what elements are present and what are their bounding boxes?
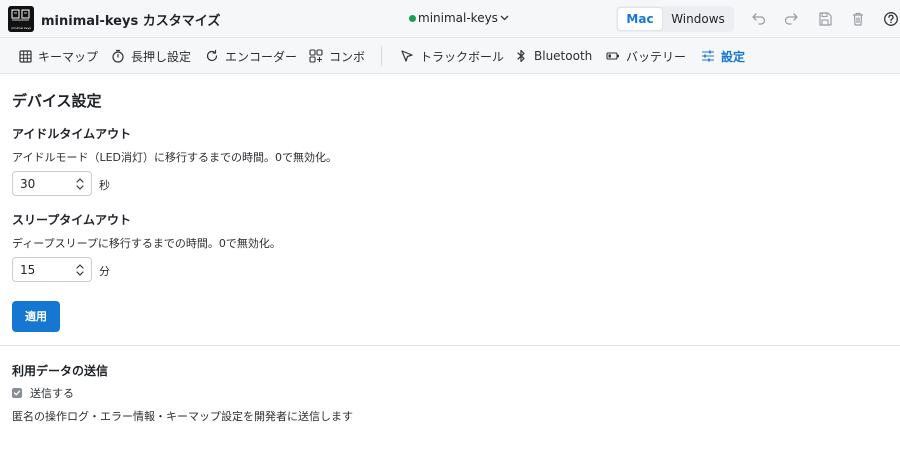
tab-encoder[interactable]: エンコーダー	[205, 38, 297, 74]
spinner-icon[interactable]	[75, 262, 85, 278]
apply-button[interactable]: 適用	[12, 301, 60, 332]
idle-timeout-input[interactable]: 30	[12, 171, 92, 196]
app-logo: minimal keys	[8, 6, 34, 32]
cursor-icon	[400, 49, 414, 63]
tab-label: キーマップ	[38, 49, 99, 64]
idle-timeout-unit: 秒	[99, 179, 110, 192]
tab-label: トラックボール	[420, 49, 505, 64]
os-mac-button[interactable]: Mac	[618, 8, 662, 30]
page-title: デバイス設定	[12, 92, 102, 110]
app-header: minimal keys minimal-keys カスタマイズ minimal…	[0, 0, 900, 38]
tab-bar: キーマップ 長押し設定 エンコーダー コンボ トラックボール Bluetooth	[0, 38, 900, 74]
combo-icon	[309, 49, 323, 63]
sleep-timeout-input[interactable]: 15	[12, 257, 92, 282]
tab-bluetooth[interactable]: Bluetooth	[514, 38, 592, 74]
battery-icon	[606, 49, 620, 63]
app-title: minimal-keys カスタマイズ	[41, 14, 221, 29]
sleep-timeout-unit: 分	[99, 265, 110, 278]
tab-label: Bluetooth	[534, 49, 593, 63]
undo-icon[interactable]	[751, 11, 767, 27]
logo-text: minimal keys	[11, 26, 31, 30]
bluetooth-icon	[514, 49, 528, 63]
tab-battery[interactable]: バッテリー	[606, 38, 686, 74]
save-icon[interactable]	[817, 11, 833, 27]
sleep-timeout-description: ディープスリープに移行するまでの時間。0で無効化。	[12, 237, 281, 250]
telemetry-description: 匿名の操作ログ・エラー情報・キーマップ設定を開発者に送信します	[12, 410, 353, 423]
tab-separator	[381, 46, 382, 66]
tab-hold[interactable]: 長押し設定	[111, 38, 191, 74]
chevron-down-icon	[500, 15, 509, 21]
tab-label: 長押し設定	[131, 49, 192, 64]
telemetry-checkbox-label: 送信する	[30, 387, 74, 400]
spinner-icon[interactable]	[75, 176, 85, 192]
check-icon	[13, 390, 21, 396]
os-toggle: Mac Windows	[616, 6, 734, 32]
device-name: minimal-keys	[418, 11, 498, 25]
trash-icon[interactable]	[850, 11, 866, 27]
tab-trackball[interactable]: トラックボール	[400, 38, 504, 74]
idle-timeout-value: 30	[20, 177, 36, 191]
tab-combo[interactable]: コンボ	[309, 38, 365, 74]
device-selector[interactable]: minimal-keys	[409, 11, 509, 25]
help-icon[interactable]	[883, 11, 899, 27]
tab-settings[interactable]: 設定	[701, 38, 745, 74]
connection-status-icon	[409, 14, 416, 22]
sliders-icon	[701, 49, 715, 63]
os-windows-button[interactable]: Windows	[664, 8, 732, 30]
grid-icon	[18, 49, 32, 63]
idle-timeout-label: アイドルタイムアウト	[12, 127, 132, 141]
tab-label: エンコーダー	[225, 49, 298, 64]
tab-label: バッテリー	[626, 49, 687, 64]
sleep-timeout-value: 15	[20, 263, 36, 277]
rotate-icon	[205, 49, 219, 63]
telemetry-checkbox[interactable]	[12, 388, 22, 398]
telemetry-title: 利用データの送信	[12, 364, 109, 378]
telemetry-checkbox-row[interactable]: 送信する	[12, 385, 74, 401]
tab-label: コンボ	[329, 49, 366, 64]
tab-label: 設定	[721, 49, 746, 64]
tab-keymap[interactable]: キーマップ	[18, 38, 98, 74]
timer-icon	[111, 49, 125, 63]
sleep-timeout-label: スリープタイムアウト	[12, 213, 132, 227]
redo-icon[interactable]	[783, 11, 799, 27]
section-divider	[0, 345, 900, 346]
idle-timeout-description: アイドルモード（LED消灯）に移行するまでの時間。0で無効化。	[12, 151, 337, 164]
keyboard-logo-icon	[11, 9, 30, 21]
